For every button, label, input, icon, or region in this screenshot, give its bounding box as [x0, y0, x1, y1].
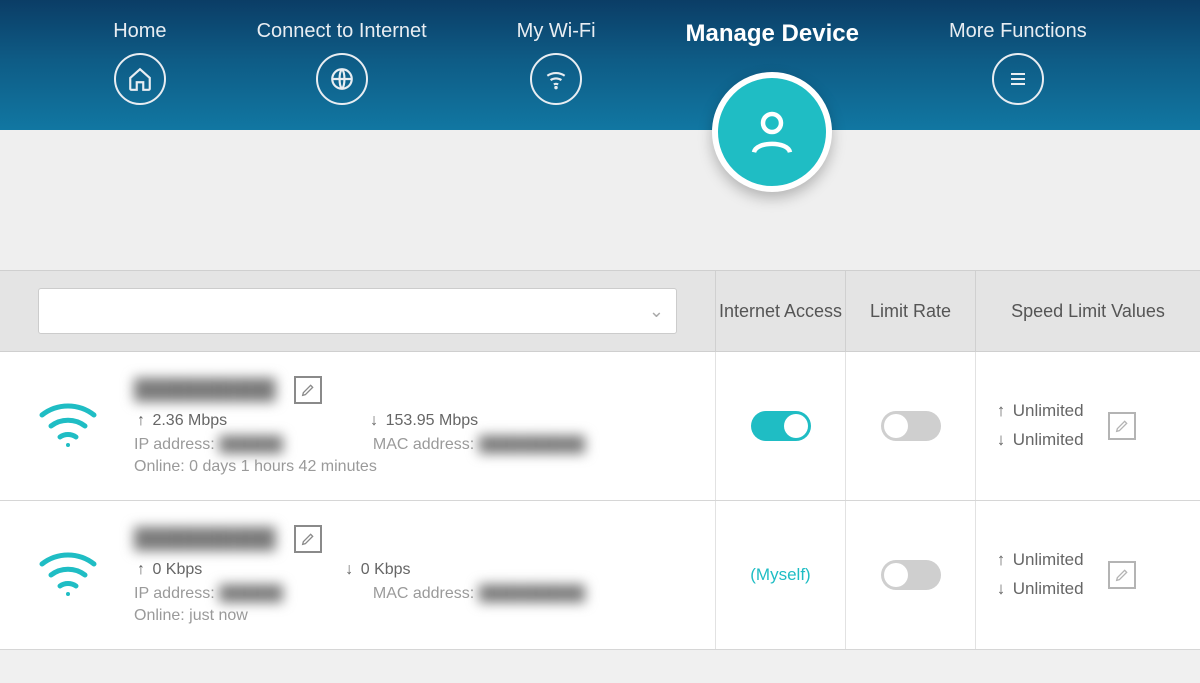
- address-line: IP address: ██████ MAC address: ████████…: [134, 436, 677, 454]
- top-nav: Home Connect to Internet My Wi-Fi Manage…: [0, 0, 1200, 130]
- edit-name-icon[interactable]: [294, 525, 322, 553]
- arrow-up-icon: ↑: [994, 546, 1008, 575]
- mac-address: ██████████: [479, 436, 585, 453]
- nav-more[interactable]: More Functions: [949, 20, 1087, 182]
- device-row: ██████████ ↑ 0 Kbps ↓ 0 Kbps IP address:…: [0, 501, 1200, 650]
- col-limit-rate: Limit Rate: [845, 271, 975, 351]
- internet-access-toggle[interactable]: [751, 411, 811, 441]
- online-duration: just now: [189, 607, 248, 624]
- internet-access-cell: (Myself): [715, 352, 845, 500]
- arrow-down-icon: ↓: [994, 426, 1008, 455]
- limit-rate-cell: [845, 501, 975, 649]
- upload-speed: 0 Kbps: [152, 561, 202, 578]
- speed-limit-cell: ↑ Unlimited ↓ Unlimited: [975, 352, 1200, 500]
- nav-manage-device[interactable]: Manage Device: [686, 20, 859, 182]
- nav-label: More Functions: [949, 20, 1087, 43]
- limit-rate-cell: [845, 352, 975, 500]
- edit-name-icon[interactable]: [294, 376, 322, 404]
- arrow-up-icon: ↑: [134, 561, 148, 579]
- nav-label: Home: [113, 20, 166, 43]
- sort-cell: ⌄: [0, 271, 715, 351]
- download-speed: 153.95 Mbps: [386, 412, 479, 429]
- mac-address: ██████████: [479, 585, 585, 602]
- limit-up: Unlimited: [1013, 401, 1084, 420]
- edit-limit-icon[interactable]: [1108, 561, 1136, 589]
- device-main: ██████████ ↑ 0 Kbps ↓ 0 Kbps IP address:…: [0, 501, 715, 649]
- device-info: ██████████ ↑ 0 Kbps ↓ 0 Kbps IP address:…: [134, 525, 677, 625]
- table-header: ⌄ Internet Access Limit Rate Speed Limit…: [0, 270, 1200, 352]
- address-line: IP address: ██████ MAC address: ████████…: [134, 585, 677, 603]
- mac-label: MAC address:: [373, 585, 474, 602]
- upload-speed: 2.36 Mbps: [152, 412, 227, 429]
- menu-icon: [992, 53, 1044, 105]
- device-name: ██████████: [134, 528, 276, 551]
- online-label: Online:: [134, 607, 185, 624]
- nav-row: Home Connect to Internet My Wi-Fi Manage…: [113, 0, 1087, 182]
- limit-rate-toggle[interactable]: [881, 411, 941, 441]
- myself-label: (Myself): [750, 565, 810, 585]
- online-label: Online:: [134, 458, 185, 475]
- arrow-up-icon: ↑: [994, 397, 1008, 426]
- chevron-down-icon: ⌄: [649, 301, 664, 322]
- limit-down: Unlimited: [1013, 579, 1084, 598]
- arrow-down-icon: ↓: [342, 561, 356, 579]
- edit-limit-icon[interactable]: [1108, 412, 1136, 440]
- speed-line: ↑ 0 Kbps ↓ 0 Kbps: [134, 561, 677, 579]
- wifi-signal-icon: [36, 548, 100, 603]
- wifi-icon: [530, 53, 582, 105]
- nav-connect[interactable]: Connect to Internet: [257, 20, 427, 182]
- ip-label: IP address:: [134, 436, 215, 453]
- wifi-signal-icon: [36, 399, 100, 454]
- ip-label: IP address:: [134, 585, 215, 602]
- speed-limit-values: ↑ Unlimited ↓ Unlimited: [994, 546, 1084, 604]
- limit-rate-toggle[interactable]: [881, 560, 941, 590]
- device-name: ██████████: [134, 379, 276, 402]
- sort-dropdown[interactable]: ⌄: [38, 288, 677, 334]
- limit-down: Unlimited: [1013, 430, 1084, 449]
- internet-access-cell: (Myself): [715, 501, 845, 649]
- nav-label: Connect to Internet: [257, 20, 427, 43]
- speed-limit-cell: ↑ Unlimited ↓ Unlimited: [975, 501, 1200, 649]
- arrow-down-icon: ↓: [994, 575, 1008, 604]
- nav-label: My Wi-Fi: [517, 20, 596, 43]
- arrow-up-icon: ↑: [134, 412, 148, 430]
- online-line: Online: just now: [134, 607, 677, 625]
- download-speed: 0 Kbps: [361, 561, 411, 578]
- online-duration: 0 days 1 hours 42 minutes: [189, 458, 377, 475]
- limit-up: Unlimited: [1013, 550, 1084, 569]
- device-info: ██████████ ↑ 2.36 Mbps ↓ 153.95 Mbps IP …: [134, 376, 677, 476]
- home-icon: [114, 53, 166, 105]
- speed-limit-values: ↑ Unlimited ↓ Unlimited: [994, 397, 1084, 455]
- ip-address: ██████: [219, 436, 283, 453]
- col-internet-access: Internet Access: [715, 271, 845, 351]
- mac-label: MAC address:: [373, 436, 474, 453]
- globe-icon: [316, 53, 368, 105]
- ip-address: ██████: [219, 585, 283, 602]
- nav-wifi[interactable]: My Wi-Fi: [517, 20, 596, 182]
- arrow-down-icon: ↓: [367, 412, 381, 430]
- col-speed-limit: Speed Limit Values: [975, 271, 1200, 351]
- person-icon: [712, 72, 832, 192]
- speed-line: ↑ 2.36 Mbps ↓ 153.95 Mbps: [134, 412, 677, 430]
- online-line: Online: 0 days 1 hours 42 minutes: [134, 458, 677, 476]
- nav-label: Manage Device: [686, 20, 859, 48]
- device-row: ██████████ ↑ 2.36 Mbps ↓ 153.95 Mbps IP …: [0, 352, 1200, 501]
- nav-home[interactable]: Home: [113, 20, 166, 182]
- device-main: ██████████ ↑ 2.36 Mbps ↓ 153.95 Mbps IP …: [0, 352, 715, 500]
